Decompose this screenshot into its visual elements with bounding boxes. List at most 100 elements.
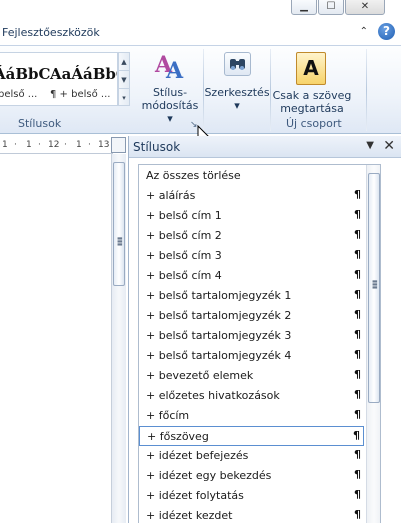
clipboard-a-icon: A: [296, 52, 326, 85]
keep-text-only-button[interactable]: A Csak a szöveg megtartása: [272, 50, 380, 115]
style-list-item[interactable]: + idézet befejezés ¶: [139, 446, 364, 466]
style-list-item[interactable]: + belső tartalomjegyzék 4 ¶: [139, 346, 364, 366]
paragraph-style-icon: ¶: [354, 308, 361, 321]
style-name: + belső cím 1: [146, 209, 222, 222]
style-name: + belső tartalomjegyzék 1: [146, 289, 292, 302]
editing-label: Szerkesztés: [204, 86, 270, 99]
style-list-item[interactable]: + belső cím 4 ¶: [139, 266, 364, 286]
ruler-tick: 13: [98, 140, 110, 150]
styles-pane-title: Stílusok: [133, 140, 181, 154]
document-scroll-thumb[interactable]: ▬ ▬ ▬: [113, 162, 125, 286]
help-icon[interactable]: ?: [378, 23, 395, 40]
style-name: + belső cím 2: [146, 229, 222, 242]
style-name: + belső tartalomjegyzék 3: [146, 329, 292, 342]
ruler-tick: 1: [76, 140, 82, 150]
change-styles-icon: A A: [154, 52, 184, 82]
paragraph-style-icon: ¶: [354, 348, 361, 361]
style-name: + főszöveg: [147, 430, 209, 443]
styles-pane-header: Stílusok ▼ ✕: [129, 136, 401, 158]
pane-options-icon[interactable]: ▼: [366, 140, 374, 151]
style-list-item[interactable]: + belső tartalomjegyzék 1 ¶: [139, 286, 364, 306]
paragraph-style-icon: ¶: [354, 288, 361, 301]
paragraph-style-icon: ¶: [354, 268, 361, 281]
keep-text-only-line2: megtartása: [280, 102, 344, 115]
style-list-item[interactable]: + belső tartalomjegyzék 3 ¶: [139, 326, 364, 346]
style-list-item[interactable]: + idézet kezdet ¶: [139, 506, 364, 523]
style-name: + előzetes hivatkozások: [146, 389, 280, 402]
close-button[interactable]: ✕: [345, 0, 385, 15]
style-list-item[interactable]: + belső cím 1 ¶: [139, 206, 364, 226]
style-list-item[interactable]: + belső cím 3 ¶: [139, 246, 364, 266]
ruler-tick: ·: [14, 140, 17, 150]
style-list-item[interactable]: + belső tartalomjegyzék 2 ¶: [139, 306, 364, 326]
document-area[interactable]: [0, 154, 111, 523]
styles-list-scroll-thumb[interactable]: ▬ ▬ ▬: [368, 173, 380, 403]
style-name: + aláírás: [146, 189, 196, 202]
styles-list: Az összes törlése + aláírás ¶ + belső cím 1…: [138, 164, 381, 523]
gallery-more-icon[interactable]: ▾: [119, 89, 129, 107]
styles-pane: Stílusok ▼ ✕ Az összes törlése + aláírás ¶…: [128, 136, 401, 523]
style-list-item[interactable]: + bevezető elemek ¶: [139, 366, 364, 386]
maximize-button[interactable]: ☐: [318, 0, 344, 15]
tab-developer[interactable]: Fejlesztőeszközök: [2, 26, 100, 39]
gallery-style-sample: AaÁáBbC: [50, 65, 117, 83]
gallery-scroll-up-icon[interactable]: ▲: [119, 53, 129, 71]
editing-button[interactable]: Szerkesztés ▾: [204, 50, 270, 112]
ribbon: ÁáBbC belső ... AaÁáBbC ¶ + belső ... ▲ …: [0, 46, 401, 134]
styles-list-scrollbar[interactable]: ▬ ▬ ▬: [366, 165, 380, 523]
new-group-label: Új csoport: [286, 117, 342, 130]
styles-group-label: Stílusok: [18, 117, 62, 130]
gallery-style-item[interactable]: ÁáBbC belső ...: [0, 53, 50, 105]
style-list-item[interactable]: + belső cím 2 ¶: [139, 226, 364, 246]
horizontal-ruler[interactable]: 1 · 1 · 12 · 1 · 13: [0, 136, 113, 154]
style-list-item[interactable]: + aláírás ¶: [139, 186, 364, 206]
paragraph-style-icon: ¶: [354, 208, 361, 221]
keep-text-only-line1: Csak a szöveg: [272, 89, 352, 102]
pane-close-icon[interactable]: ✕: [383, 138, 395, 154]
gallery-scroll: ▲ ▼ ▾: [118, 52, 130, 106]
gallery-scroll-down-icon[interactable]: ▼: [119, 71, 129, 89]
ruler-tick: 1: [2, 140, 8, 150]
change-styles-label-line1: Stílus-: [152, 86, 188, 99]
style-list-item[interactable]: + idézet egy bekezdés ¶: [139, 466, 364, 486]
clear-all-styles[interactable]: Az összes törlése: [139, 166, 364, 186]
style-list-item[interactable]: + főcím ¶: [139, 406, 364, 426]
style-list-item[interactable]: + főszöveg ¶: [139, 426, 364, 446]
view-ruler-icon[interactable]: [111, 137, 126, 153]
style-list-item[interactable]: + előzetes hivatkozások ¶: [139, 386, 364, 406]
style-name: + belső cím 3: [146, 249, 222, 262]
minimize-button[interactable]: ▁: [291, 0, 317, 15]
group-separator: [270, 49, 271, 131]
clear-all-label: Az összes törlése: [146, 169, 241, 182]
ruler-tick: 12: [48, 140, 60, 150]
paragraph-style-icon: ¶: [354, 448, 361, 461]
style-list-item[interactable]: + idézet folytatás ¶: [139, 486, 364, 506]
paragraph-style-icon: ¶: [354, 388, 361, 401]
style-name: + idézet befejezés: [146, 449, 249, 462]
style-name: + idézet egy bekezdés: [146, 469, 272, 482]
collapse-ribbon-icon[interactable]: ⌃: [360, 26, 368, 37]
paragraph-style-icon: ¶: [354, 508, 361, 521]
binoculars-icon: [224, 52, 251, 76]
paragraph-style-icon: ¶: [353, 429, 360, 442]
style-name: + belső tartalomjegyzék 2: [146, 309, 292, 322]
gallery-style-item[interactable]: AaÁáBbC ¶ + belső ...: [50, 53, 117, 105]
gallery-style-caption: ¶ + belső ...: [50, 89, 111, 100]
ruler-tick: ·: [64, 140, 67, 150]
ruler-tick: ·: [38, 140, 41, 150]
scroll-grip-icon: ▬ ▬ ▬: [117, 235, 123, 248]
quick-styles-gallery[interactable]: ÁáBbC belső ... AaÁáBbC ¶ + belső ...: [0, 52, 118, 106]
group-separator: [366, 49, 367, 131]
change-styles-button[interactable]: A A Stílus- módosítás ▾: [140, 50, 200, 125]
paragraph-style-icon: ¶: [354, 248, 361, 261]
paragraph-style-icon: ¶: [354, 368, 361, 381]
svg-text:A: A: [165, 58, 184, 82]
ruler-tick: 1: [26, 140, 32, 150]
paragraph-style-icon: ¶: [354, 488, 361, 501]
paragraph-style-icon: ¶: [354, 328, 361, 341]
document-vertical-scrollbar[interactable]: ▬ ▬ ▬: [111, 154, 126, 523]
style-name: + idézet kezdet: [146, 509, 233, 522]
style-name: + főcím: [146, 409, 190, 422]
style-name: + bevezető elemek: [146, 369, 254, 382]
scroll-grip-icon: ▬ ▬ ▬: [372, 278, 378, 291]
